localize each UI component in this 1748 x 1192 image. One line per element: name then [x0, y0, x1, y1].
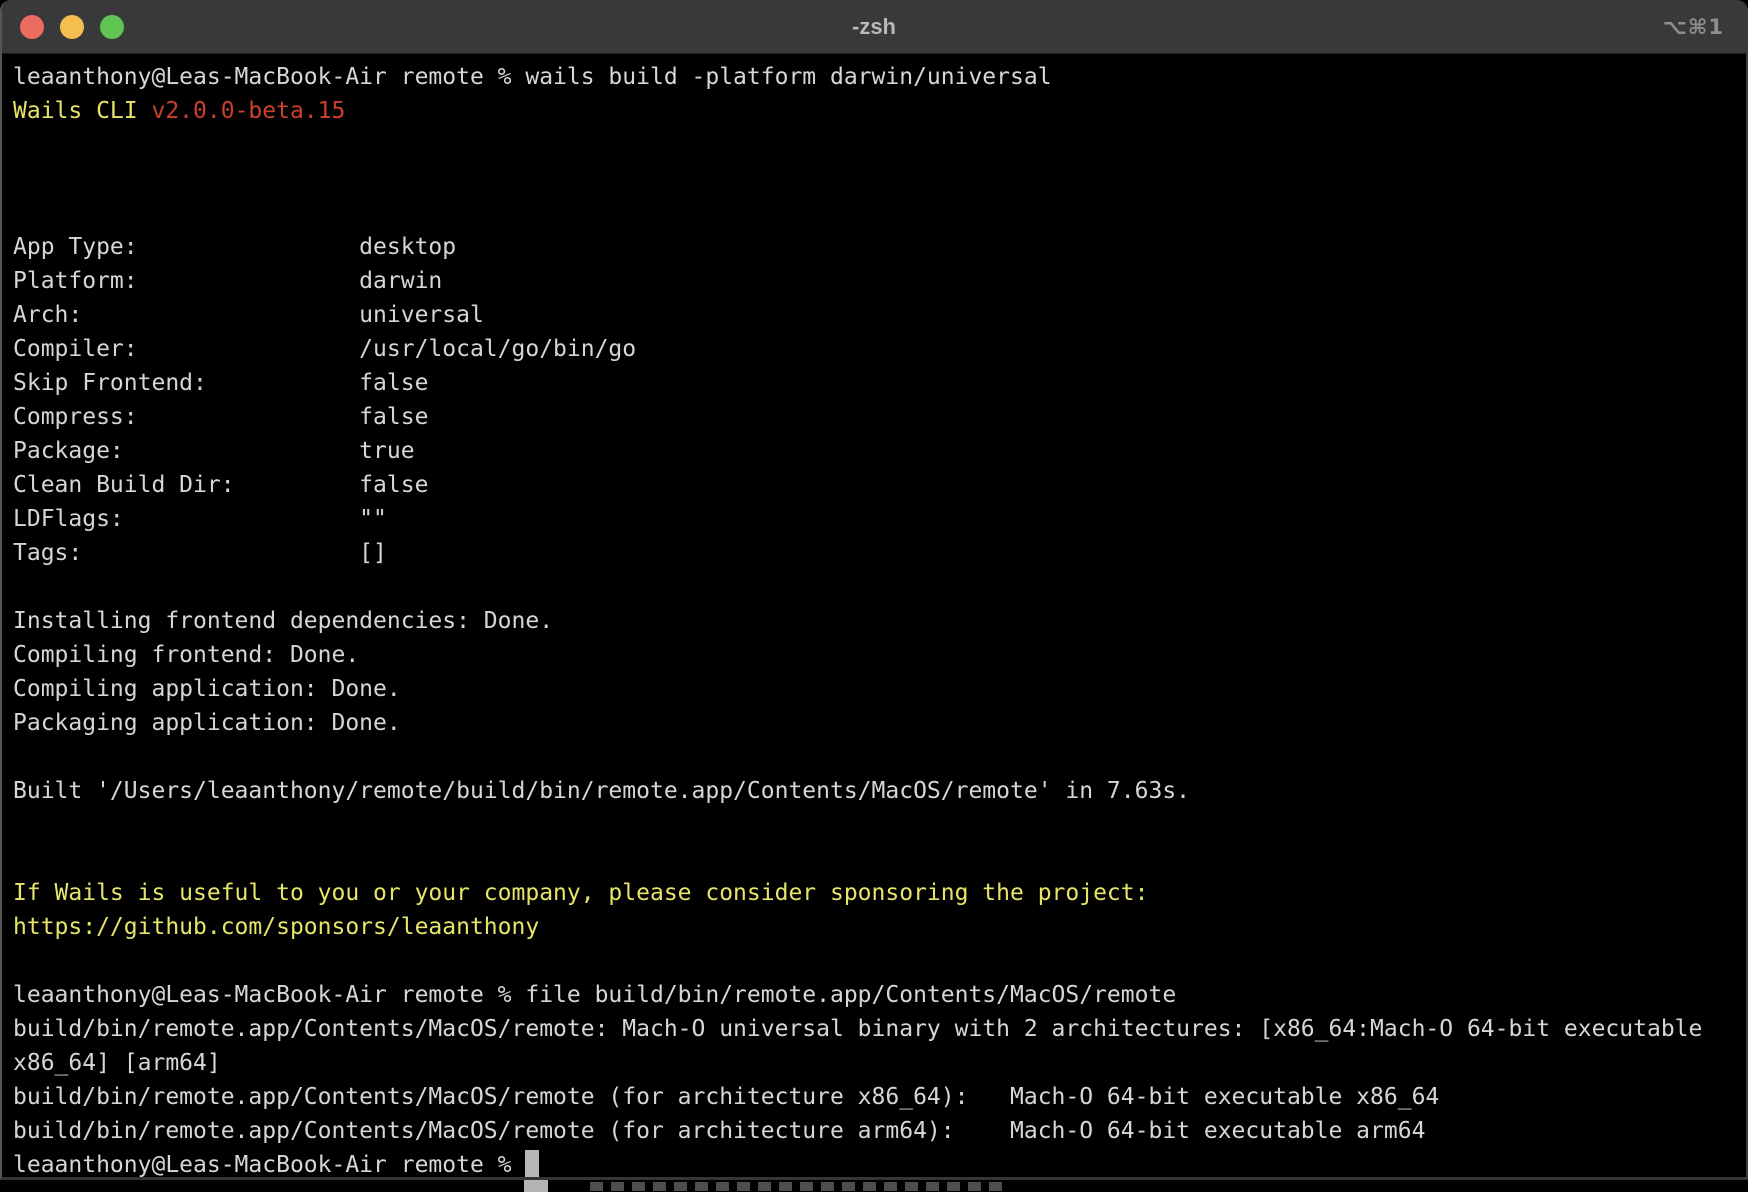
term-text-segment: Compiler: /usr/local/go/bin/go: [13, 336, 636, 362]
term-line: x86_64] [arm64]: [13, 1046, 1746, 1080]
term-text-segment: Compress: false: [13, 404, 428, 430]
window-title: -zsh: [2, 14, 1746, 40]
term-line: If Wails is useful to you or your compan…: [13, 876, 1746, 910]
zoom-button[interactable]: [100, 15, 124, 39]
term-line: Wails CLI v2.0.0-beta.15: [13, 94, 1746, 128]
term-line: [13, 162, 1746, 196]
term-text-segment: build/bin/remote.app/Contents/MacOS/remo…: [13, 1118, 1425, 1144]
term-line: leaanthony@Leas-MacBook-Air remote % wai…: [13, 60, 1746, 94]
term-line: Package: true: [13, 434, 1746, 468]
term-text-segment: leaanthony@Leas-MacBook-Air remote % fil…: [13, 982, 1176, 1008]
term-text-segment: LDFlags: "": [13, 506, 387, 532]
term-line: Skip Frontend: false: [13, 366, 1746, 400]
term-text-segment: leaanthony@Leas-MacBook-Air remote %: [13, 1152, 525, 1178]
term-text-segment: Compiling frontend: Done.: [13, 642, 359, 668]
term-line: [13, 740, 1746, 774]
term-line: [13, 808, 1746, 842]
term-text-segment: Skip Frontend: false: [13, 370, 428, 396]
term-line: [13, 944, 1746, 978]
term-text-segment: Clean Build Dir: false: [13, 472, 428, 498]
term-line: App Type: desktop: [13, 230, 1746, 264]
terminal-cursor: [525, 1150, 539, 1178]
term-line: Installing frontend dependencies: Done.: [13, 604, 1746, 638]
term-line: build/bin/remote.app/Contents/MacOS/remo…: [13, 1080, 1746, 1114]
term-line: Packaging application: Done.: [13, 706, 1746, 740]
term-line: [13, 128, 1746, 162]
term-line: Compiling application: Done.: [13, 672, 1746, 706]
term-line: [13, 842, 1746, 876]
minimize-button[interactable]: [60, 15, 84, 39]
term-line: leaanthony@Leas-MacBook-Air remote %: [13, 1148, 1746, 1180]
term-text-segment: If Wails is useful to you or your compan…: [13, 880, 1148, 906]
traffic-lights: [20, 15, 124, 39]
term-line: leaanthony@Leas-MacBook-Air remote % fil…: [13, 978, 1746, 1012]
term-text-segment: v2.0.0-beta.15: [151, 98, 345, 124]
term-text-segment: App Type: desktop: [13, 234, 456, 260]
term-line: Built '/Users/leaanthony/remote/build/bi…: [13, 774, 1746, 808]
term-text-segment: Packaging application: Done.: [13, 710, 401, 736]
term-text-segment: Installing frontend dependencies: Done.: [13, 608, 553, 634]
clipped-text-fragment: [590, 1182, 1010, 1191]
tab-shortcut-badge: ⌥⌘1: [1663, 15, 1724, 39]
term-text-segment: https://github.com/sponsors/leaanthony: [13, 914, 539, 940]
term-line: build/bin/remote.app/Contents/MacOS/remo…: [13, 1114, 1746, 1148]
term-line: [13, 570, 1746, 604]
terminal-window: -zsh ⌥⌘1 leaanthony@Leas-MacBook-Air rem…: [0, 0, 1748, 1180]
term-text-segment: Compiling application: Done.: [13, 676, 401, 702]
term-text-segment: Platform: darwin: [13, 268, 442, 294]
term-text-segment: leaanthony@Leas-MacBook-Air remote % wai…: [13, 64, 1052, 90]
term-line: Compress: false: [13, 400, 1746, 434]
term-text-segment: build/bin/remote.app/Contents/MacOS/remo…: [13, 1084, 1439, 1110]
term-text-segment: Tags: []: [13, 540, 387, 566]
term-text-segment: Arch: universal: [13, 302, 484, 328]
term-text-segment: Package: true: [13, 438, 415, 464]
term-line: build/bin/remote.app/Contents/MacOS/remo…: [13, 1012, 1746, 1046]
titlebar[interactable]: -zsh ⌥⌘1: [2, 0, 1746, 54]
term-line: Compiler: /usr/local/go/bin/go: [13, 332, 1746, 366]
clipped-cursor-fragment: [524, 1180, 548, 1192]
clipped-background-content: [0, 1180, 1748, 1192]
term-line: Clean Build Dir: false: [13, 468, 1746, 502]
term-line: Platform: darwin: [13, 264, 1746, 298]
term-line: LDFlags: "": [13, 502, 1746, 536]
term-line: Compiling frontend: Done.: [13, 638, 1746, 672]
term-line: Tags: []: [13, 536, 1746, 570]
term-text-segment: x86_64] [arm64]: [13, 1050, 221, 1076]
term-text-segment: Wails CLI: [13, 98, 151, 124]
terminal-screen[interactable]: leaanthony@Leas-MacBook-Air remote % wai…: [2, 54, 1746, 1180]
term-line: https://github.com/sponsors/leaanthony: [13, 910, 1746, 944]
term-line: Arch: universal: [13, 298, 1746, 332]
term-text-segment: Built '/Users/leaanthony/remote/build/bi…: [13, 778, 1190, 804]
term-text-segment: build/bin/remote.app/Contents/MacOS/remo…: [13, 1016, 1702, 1042]
term-line: [13, 196, 1746, 230]
close-button[interactable]: [20, 15, 44, 39]
